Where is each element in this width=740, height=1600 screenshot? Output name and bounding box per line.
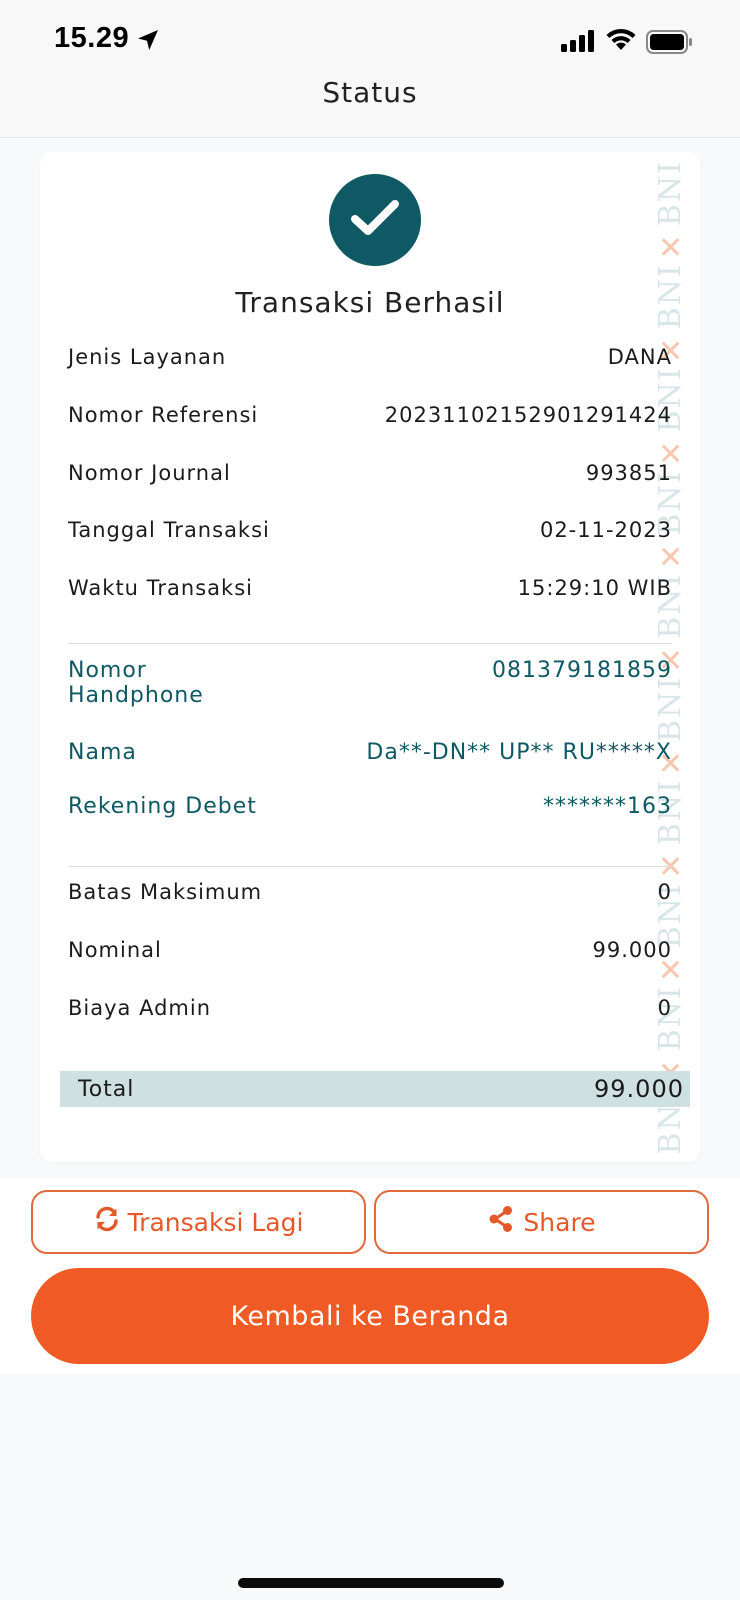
amount-row-nominal: Nominal 99.000 <box>68 938 672 962</box>
amount-value: 0 <box>657 880 672 904</box>
kembali-ke-beranda-button[interactable]: Kembali ke Beranda <box>31 1268 709 1364</box>
detail-value: 02-11-2023 <box>539 518 672 542</box>
amount-label: Biaya Admin <box>68 996 212 1020</box>
detail-value: 15:29:10 WIB <box>517 576 672 600</box>
share-button[interactable]: Share <box>374 1190 709 1254</box>
home-indicator <box>238 1578 504 1588</box>
amount-row-admin-fee: Biaya Admin 0 <box>68 996 672 1020</box>
recipient-label: Nama <box>68 740 137 765</box>
recipient-value: 081379181859 <box>492 658 672 683</box>
detail-label: Jenis Layanan <box>68 345 227 369</box>
total-label: Total <box>78 1076 135 1102</box>
amount-label: Nominal <box>68 938 162 962</box>
recipient-row-name: Nama Da**-DN** UP** RU*****X <box>68 740 672 765</box>
amount-value: 0 <box>657 996 672 1020</box>
header: Status <box>0 76 740 138</box>
transaksi-lagi-button[interactable]: Transaksi Lagi <box>31 1190 366 1254</box>
detail-row-reference-number: Nomor Referensi 20231102152901291424 <box>68 403 672 427</box>
divider <box>68 866 672 867</box>
recipient-value: *******163 <box>543 794 672 819</box>
detail-label: Nomor Referensi <box>68 403 259 427</box>
transaksi-lagi-label: Transaksi Lagi <box>127 1207 304 1237</box>
transaction-result-title: Transaksi Berhasil <box>235 286 505 319</box>
receipt-card: BNI✕BNI✕BNI✕BNI✕BNI✕BNI✕BNI✕BNI✕BNI✕BNI✕… <box>40 152 700 1162</box>
wifi-icon <box>605 27 637 55</box>
detail-row-transaction-date: Tanggal Transaksi 02-11-2023 <box>68 518 672 542</box>
detail-value: 20231102152901291424 <box>384 403 672 427</box>
detail-label: Waktu Transaksi <box>68 576 253 600</box>
refresh-icon <box>94 1206 120 1238</box>
page-title: Status <box>322 76 418 109</box>
amount-row-max-limit: Batas Maksimum 0 <box>68 880 672 904</box>
detail-value: DANA <box>607 345 672 369</box>
divider <box>68 643 672 644</box>
cellular-signal-icon <box>561 30 595 56</box>
total-value: 99.000 <box>594 1075 684 1103</box>
detail-label: Tanggal Transaksi <box>68 518 270 542</box>
location-arrow-icon <box>136 28 160 56</box>
detail-row-service-type: Jenis Layanan DANA <box>68 345 672 369</box>
success-check-badge <box>329 174 421 266</box>
detail-value: 993851 <box>585 461 672 485</box>
recipient-label: Rekening Debet <box>68 794 257 819</box>
status-time: 15.29 <box>54 22 130 54</box>
amount-value: 99.000 <box>592 938 672 962</box>
total-row: Total 99.000 <box>60 1071 690 1107</box>
checkmark-icon <box>350 198 400 242</box>
detail-label: Nomor Journal <box>68 461 231 485</box>
action-panel: Transaksi Lagi Share Kembali ke Beranda <box>0 1178 740 1374</box>
share-label: Share <box>523 1207 596 1237</box>
recipient-value: Da**-DN** UP** RU*****X <box>366 740 672 765</box>
recipient-row-debit-account: Rekening Debet *******163 <box>68 794 672 819</box>
detail-row-journal-number: Nomor Journal 993851 <box>68 461 672 485</box>
recipient-label: Nomor Handphone <box>68 658 204 708</box>
recipient-row-phone: Nomor Handphone 081379181859 <box>68 658 672 708</box>
amount-label: Batas Maksimum <box>68 880 263 904</box>
battery-icon <box>646 30 694 58</box>
share-icon <box>487 1205 515 1239</box>
detail-row-transaction-time: Waktu Transaksi 15:29:10 WIB <box>68 576 672 600</box>
status-bar: 15.29 <box>0 0 740 80</box>
